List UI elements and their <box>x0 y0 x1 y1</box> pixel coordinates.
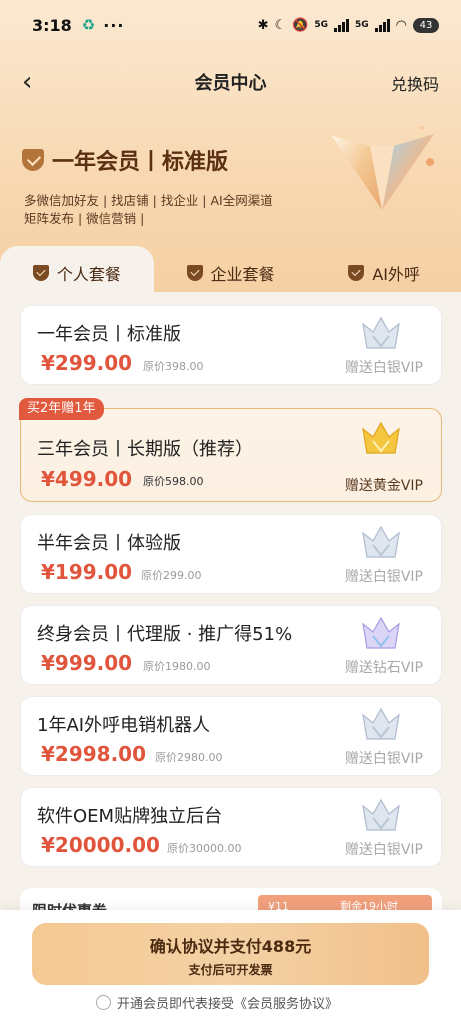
plan-price: ¥20000.00 <box>41 833 160 857</box>
mute-icon: 🔕 <box>292 17 309 33</box>
silver-crown-icon <box>362 525 400 558</box>
gold-crown-icon <box>362 421 400 454</box>
silver-crown-icon <box>362 707 400 740</box>
plan-card[interactable]: 半年会员丨体验版 ¥199.00 原价299.00 赠送白银VIP <box>20 514 442 594</box>
status-icons: ✱ ☾ 🔕 5G 5G ◠ 43 <box>257 17 439 33</box>
plan-card[interactable]: 软件OEM贴牌独立后台 ¥20000.00 原价30000.00 赠送白银VIP <box>20 787 442 867</box>
tab-enterprise[interactable]: 企业套餐 <box>154 246 308 300</box>
plan-gift: 赠送白银VIP <box>344 569 423 585</box>
plan-gift: 赠送钻石VIP <box>344 660 423 676</box>
plan-price: ¥199.00 <box>41 560 133 584</box>
plan-name: 1年AI外呼电销机器人 <box>37 715 211 736</box>
plan-name: 一年会员丨标准版 <box>37 324 181 345</box>
promo-badge: 买2年赠1年 <box>19 398 104 420</box>
plan-original-price: 原价299.00 <box>141 569 202 582</box>
wifi-icon: ◠ <box>395 17 407 33</box>
service-agreement-link[interactable]: 《会员服务协议》 <box>234 993 338 1012</box>
invoice-note: 支付后可开发票 <box>188 963 273 977</box>
network-label-1: 5G <box>314 20 328 30</box>
plan-gift: 赠送白银VIP <box>344 360 423 376</box>
membership-title-text: 一年会员丨标准版 <box>52 150 229 175</box>
network-label-2: 5G <box>355 20 369 30</box>
app-notification-icon: ♻ <box>81 16 96 34</box>
tab-label: 企业套餐 <box>210 265 275 284</box>
agreement-row: 开通会员即代表接受 《会员服务协议》 <box>96 993 338 1012</box>
plan-card[interactable]: 终身会员丨代理版 · 推广得51% ¥999.00 原价1980.00 赠送钻石… <box>20 605 442 685</box>
plan-original-price: 原价398.00 <box>143 360 204 373</box>
tab-personal[interactable]: 个人套餐 <box>0 246 154 300</box>
silver-crown-icon <box>362 316 400 349</box>
package-tabs: 个人套餐 企业套餐 AI外呼 <box>0 246 461 300</box>
plan-original-price: 原价1980.00 <box>143 660 211 673</box>
plan-name: 软件OEM贴牌独立后台 <box>37 806 223 827</box>
plan-original-price: 原价2980.00 <box>155 751 223 764</box>
benefits-line-1: 多微信加好友 | 找店铺 | 找企业 | AI全网渠道 <box>24 193 273 208</box>
back-icon[interactable]: ‹ <box>22 66 32 98</box>
status-time: 3:18 <box>32 15 72 35</box>
confirm-pay-button[interactable]: 确认协议并支付488元 支付后可开发票 <box>32 923 429 985</box>
plan-name: 半年会员丨体验版 <box>37 533 181 554</box>
signal-icon-1 <box>334 18 349 32</box>
silver-crown-icon <box>362 798 400 831</box>
plan-name: 三年会员丨长期版（推荐） <box>37 439 253 460</box>
plan-gift: 赠送黄金VIP <box>344 478 423 494</box>
redeem-code-button[interactable]: 兑换码 <box>391 71 439 95</box>
shield-icon <box>32 265 49 281</box>
vip-v-logo-icon <box>332 126 434 210</box>
shield-icon <box>186 265 203 281</box>
plan-name: 终身会员丨代理版 · 推广得51% <box>37 624 293 645</box>
plan-price: ¥299.00 <box>41 351 133 375</box>
signal-icon-2 <box>374 18 390 32</box>
agreement-checkbox[interactable] <box>96 995 111 1010</box>
tab-ai-call[interactable]: AI外呼 <box>307 246 461 300</box>
tab-label: AI外呼 <box>372 265 421 284</box>
diamond-crown-icon <box>362 616 400 649</box>
do-not-disturb-icon: ☾ <box>274 17 287 33</box>
pay-button-label: 确认协议并支付488元 <box>149 937 312 956</box>
bluetooth-icon: ✱ <box>257 17 269 33</box>
more-notifications-icon: ··· <box>103 15 125 35</box>
shield-icon <box>348 265 365 281</box>
plan-original-price: 原价30000.00 <box>167 842 242 855</box>
plan-price: ¥999.00 <box>41 651 133 675</box>
plan-card-featured[interactable]: 三年会员丨长期版（推荐） ¥499.00 原价598.00 赠送黄金VIP <box>20 408 442 502</box>
benefits-line-2: 矩阵发布 | 微信营销 | <box>24 211 145 226</box>
tab-label: 个人套餐 <box>56 265 121 284</box>
plan-card[interactable]: 1年AI外呼电销机器人 ¥2998.00 原价2980.00 赠送白银VIP <box>20 696 442 776</box>
plan-card[interactable]: 一年会员丨标准版 ¥299.00 原价398.00 赠送白银VIP <box>20 305 442 385</box>
shield-icon <box>22 149 44 171</box>
plan-price: ¥2998.00 <box>41 742 147 766</box>
nav-bar: ‹ 会员中心 兑换码 <box>0 62 461 102</box>
battery-icon: 43 <box>413 17 439 33</box>
agreement-text: 开通会员即代表接受 <box>117 997 235 1012</box>
plan-original-price: 原价598.00 <box>143 475 204 488</box>
plan-gift: 赠送白银VIP <box>344 842 423 858</box>
page-title: 会员中心 <box>194 73 267 94</box>
plan-price: ¥499.00 <box>41 467 133 491</box>
status-bar: 3:18 ♻ ··· ✱ ☾ 🔕 5G 5G ◠ 43 <box>0 0 461 50</box>
membership-benefits: 多微信加好友 | 找店铺 | 找企业 | AI全网渠道 矩阵发布 | 微信营销 … <box>24 192 314 228</box>
membership-title: 一年会员丨标准版 <box>22 144 228 176</box>
plan-gift: 赠送白银VIP <box>344 751 423 767</box>
